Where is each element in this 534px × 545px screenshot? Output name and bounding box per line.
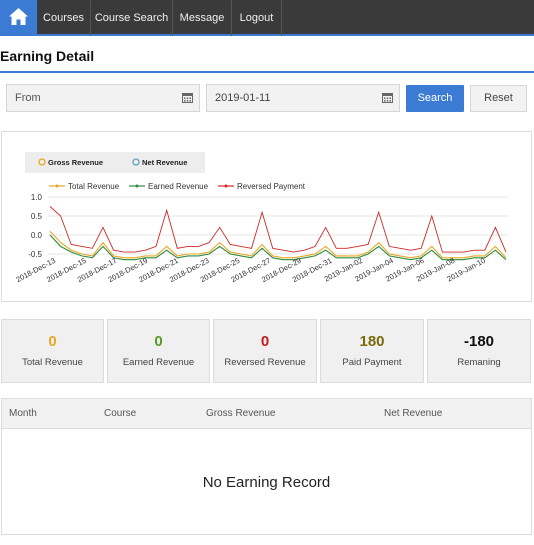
toggle-gross-revenue[interactable]: Gross Revenue <box>38 158 103 167</box>
stat-total-revenue: 0 Total Revenue <box>1 319 104 383</box>
stat-label: Earned Revenue <box>122 357 195 368</box>
legend-total-revenue[interactable]: Total Revenue <box>49 182 120 191</box>
page-title: Earning Detail <box>0 48 95 64</box>
nav-item-logout[interactable]: Logout <box>232 0 282 36</box>
earned-revenue-line <box>49 234 507 261</box>
legend-earned-revenue[interactable]: Earned Revenue <box>129 182 209 191</box>
table-header: Month Course Gross Revenue Net Revenue <box>2 399 531 429</box>
revenue-line-chart: Gross Revenue Net Revenue Total Revenue … <box>14 152 508 284</box>
title-divider <box>0 71 534 73</box>
calendar-icon[interactable] <box>182 92 193 103</box>
stat-value: 0 <box>48 333 57 350</box>
column-header-gross-revenue[interactable]: Gross Revenue <box>206 399 275 429</box>
search-button[interactable]: Search <box>406 85 464 112</box>
reset-button[interactable]: Reset <box>470 85 527 112</box>
from-date-input[interactable]: From <box>6 84 200 112</box>
column-header-month[interactable]: Month <box>9 399 37 429</box>
stat-label: Remaning <box>457 357 501 368</box>
top-nav: Courses Course Search Message Logout <box>0 0 534 36</box>
toggle-gross-revenue-label: Gross Revenue <box>48 158 103 167</box>
legend-reversed-payment[interactable]: Reversed Payment <box>218 182 306 191</box>
stat-reversed-revenue: 0 Reversed Revenue <box>213 319 317 383</box>
stat-value: 180 <box>359 333 385 350</box>
revenue-chart-panel: Gross Revenue Net Revenue Total Revenue … <box>1 131 532 302</box>
home-button[interactable] <box>0 0 37 36</box>
earning-table: Month Course Gross Revenue Net Revenue N… <box>1 398 532 535</box>
y-tick-label: -0.5 <box>28 250 42 259</box>
stat-value: 0 <box>154 333 163 350</box>
stat-label: Total Revenue <box>22 357 83 368</box>
reversed-payment-line <box>49 206 507 253</box>
nav-item-message[interactable]: Message <box>173 0 232 36</box>
to-date-value: 2019-01-11 <box>215 92 271 104</box>
legend-total-revenue-label: Total Revenue <box>68 182 120 191</box>
calendar-icon[interactable] <box>382 92 393 103</box>
stat-value: 0 <box>260 333 270 350</box>
empty-state-message: No Earning Record <box>202 474 331 491</box>
stat-value: -180 <box>463 333 495 350</box>
column-header-course[interactable]: Course <box>104 399 136 429</box>
home-icon <box>9 8 28 25</box>
toggle-net-revenue[interactable]: Net Revenue <box>132 158 187 167</box>
stat-earned-revenue: 0 Earned Revenue <box>107 319 210 383</box>
column-header-net-revenue[interactable]: Net Revenue <box>384 399 442 429</box>
legend-reversed-payment-label: Reversed Payment <box>237 182 306 191</box>
y-tick-label: 0.0 <box>31 231 43 240</box>
stat-label: Paid Payment <box>342 357 402 368</box>
y-tick-label: 0.5 <box>31 212 43 221</box>
nav-item-courses[interactable]: Courses <box>37 0 91 36</box>
to-date-input[interactable]: 2019-01-11 <box>206 84 400 112</box>
from-date-placeholder: From <box>15 92 41 104</box>
legend-earned-revenue-label: Earned Revenue <box>148 182 209 191</box>
toggle-net-revenue-label: Net Revenue <box>142 158 187 167</box>
stat-remaining: -180 Remaning <box>427 319 531 383</box>
y-tick-label: 1.0 <box>31 193 43 202</box>
nav-item-course-search[interactable]: Course Search <box>91 0 173 36</box>
stat-paid-payment: 180 Paid Payment <box>320 319 424 383</box>
stat-label: Reversed Revenue <box>224 357 306 368</box>
